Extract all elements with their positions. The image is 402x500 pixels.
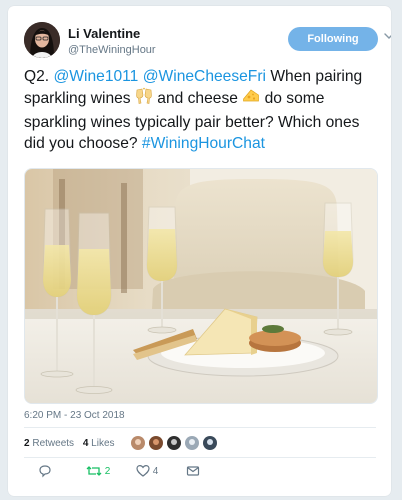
liker-avatar[interactable]	[130, 435, 146, 451]
tweet-stats: 2 Retweets 4 Likes	[24, 433, 121, 455]
liker-avatar[interactable]	[148, 435, 164, 451]
retweet-icon	[86, 466, 105, 477]
heart-icon	[136, 465, 153, 478]
like-count: 4	[152, 466, 159, 477]
likes-stat[interactable]: 4 Likes	[83, 433, 115, 455]
retweets-stat[interactable]: 2 Retweets	[24, 433, 74, 455]
envelope-icon	[186, 466, 200, 477]
avatar[interactable]	[24, 22, 60, 58]
tweet-header: Li Valentine @TheWiningHour Following	[24, 20, 391, 62]
display-name[interactable]: Li Valentine	[68, 26, 156, 42]
like-button[interactable]: 4	[136, 462, 158, 482]
likes-count: 4	[82, 438, 89, 449]
mention-link[interactable]: @Wine1011	[53, 68, 138, 85]
tweet-photo[interactable]	[24, 168, 378, 404]
mention-link[interactable]: @WineCheeseFri	[143, 68, 266, 85]
direct-message-button[interactable]	[186, 462, 200, 482]
retweets-label: Retweets	[32, 438, 75, 449]
clinking-glasses-emoji-icon	[135, 87, 153, 111]
liker-avatar[interactable]	[184, 435, 200, 451]
following-button[interactable]: Following	[288, 27, 378, 51]
reply-icon	[38, 465, 52, 478]
cheese-emoji-icon	[242, 87, 260, 111]
tweet-actions: 2 4	[24, 462, 376, 482]
divider	[24, 457, 376, 458]
tweet-text-prefix: Q2.	[24, 68, 54, 85]
reply-button[interactable]	[38, 462, 52, 482]
chevron-down-icon[interactable]	[381, 28, 391, 44]
user-names: Li Valentine @TheWiningHour	[68, 26, 156, 57]
retweet-count: 2	[104, 466, 111, 477]
liker-avatar[interactable]	[166, 435, 182, 451]
retweet-button[interactable]: 2	[86, 462, 110, 482]
retweets-count: 2	[24, 438, 30, 449]
tweet-text-segment: and cheese	[152, 90, 243, 108]
tweet-text: Q2. @Wine1011 @WineCheeseFri When pairin…	[24, 66, 376, 154]
tweet-card: Li Valentine @TheWiningHour Following Q2…	[8, 6, 391, 496]
tweet-timestamp[interactable]: 6:20 PM - 23 Oct 2018	[24, 410, 125, 421]
liker-avatar[interactable]	[202, 435, 218, 451]
likes-label: Likes	[91, 438, 115, 449]
hashtag-link[interactable]: #WiningHourChat	[142, 135, 265, 152]
divider	[24, 427, 376, 428]
user-handle[interactable]: @TheWiningHour	[68, 43, 156, 57]
